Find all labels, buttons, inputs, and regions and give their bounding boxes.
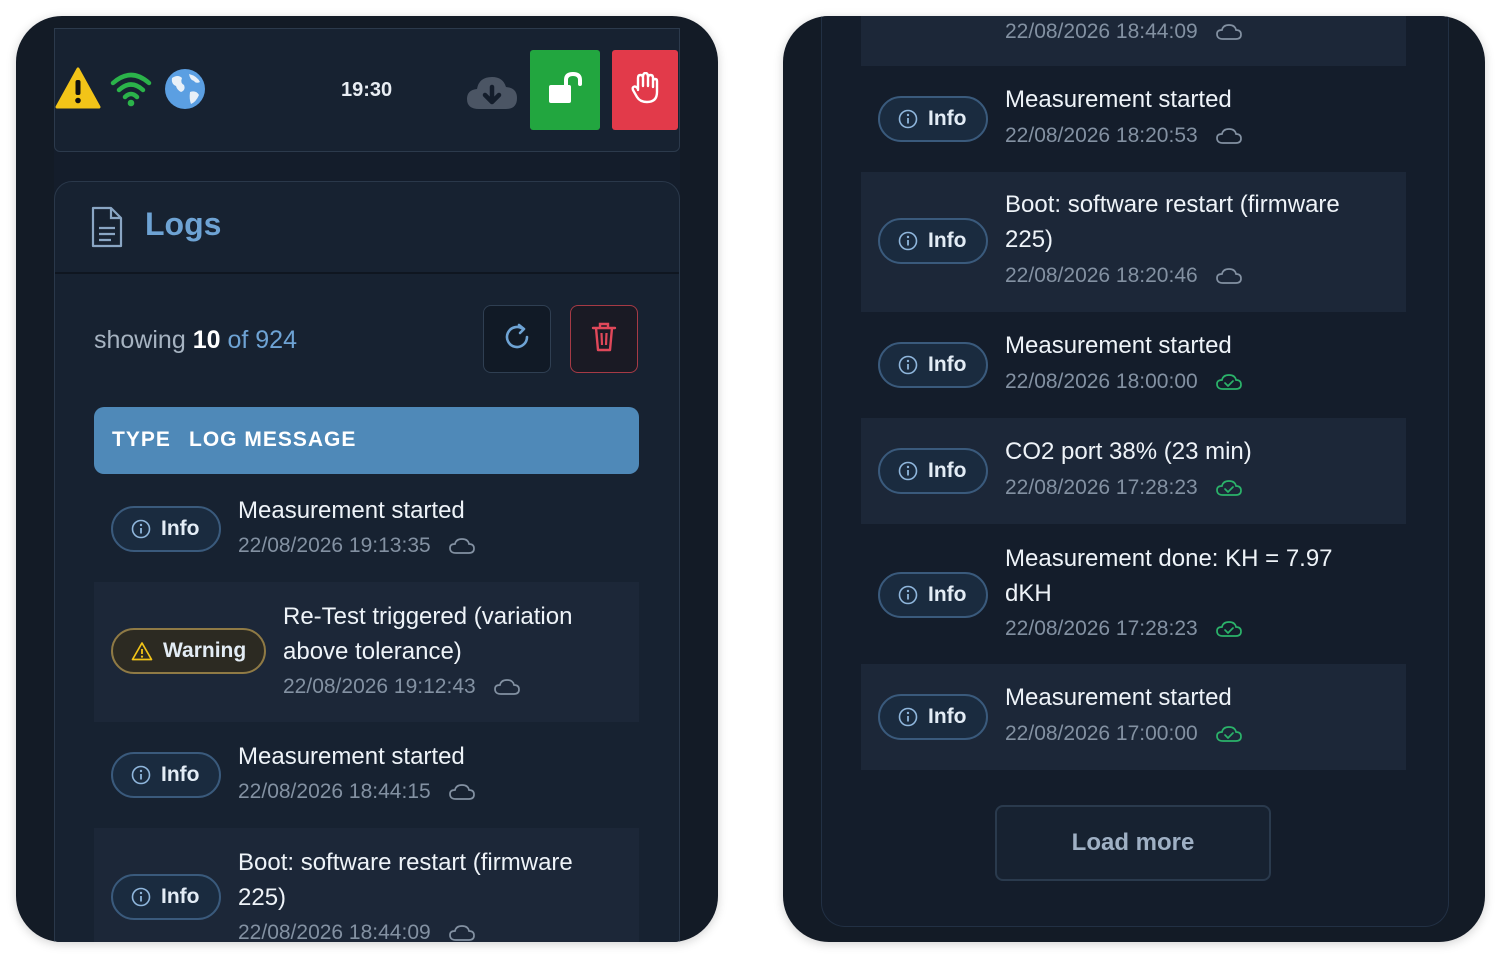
globe-icon[interactable]	[164, 68, 206, 115]
table-row[interactable]: Warning Re-Test triggered (variation abo…	[94, 582, 639, 722]
stop-button[interactable]	[612, 50, 678, 130]
log-message: Measurement started	[238, 743, 465, 770]
log-message: Measurement started	[1005, 332, 1232, 359]
log-message: Re-Test triggered (variation above toler…	[283, 603, 573, 665]
document-icon	[91, 206, 123, 253]
type-badge-info: Info	[878, 694, 988, 740]
log-timestamp: 22/08/2026 17:00:00	[1005, 722, 1242, 746]
unlock-icon	[547, 71, 583, 110]
info-icon	[898, 585, 918, 605]
log-timestamp: 22/08/2026 17:28:23	[1005, 476, 1242, 500]
cloud-check-icon	[1215, 621, 1242, 637]
trash-icon	[591, 322, 617, 357]
cloud-icon	[493, 679, 520, 695]
table-row[interactable]: Info Measurement started 22/08/2026 18:0…	[861, 312, 1406, 418]
log-timestamp: 22/08/2026 18:44:15	[238, 780, 475, 804]
table-header: TYPE LOG MESSAGE	[94, 407, 639, 474]
log-timestamp: 22/08/2026 19:13:35	[238, 534, 475, 558]
log-timestamp: 22/08/2026 18:44:09	[1005, 20, 1242, 44]
load-more-button[interactable]: Load more	[995, 805, 1271, 881]
column-header-message[interactable]: LOG MESSAGE	[189, 428, 356, 452]
type-badge-info: Info	[878, 342, 988, 388]
type-badge-info: Info	[111, 752, 221, 798]
log-message: Measurement done: KH = 7.97 dKH	[1005, 545, 1333, 607]
info-icon	[898, 109, 918, 129]
type-badge-warning: Warning	[111, 628, 266, 674]
device-frame-left: 19:30 Logs showing 10 of 924 TYPE LOG ME…	[16, 16, 718, 942]
type-badge-info: Info	[878, 448, 988, 494]
info-icon	[131, 765, 151, 785]
log-timestamp: 22/08/2026 18:20:53	[1005, 124, 1242, 148]
cloud-icon	[448, 538, 475, 554]
log-timestamp: 22/08/2026 17:28:23	[1005, 617, 1242, 641]
log-timestamp: 22/08/2026 18:20:46	[1005, 264, 1242, 288]
page-title: Logs	[145, 206, 222, 242]
wifi-icon[interactable]	[110, 69, 152, 112]
cloud-check-icon	[1215, 374, 1242, 390]
type-badge-info: Info	[878, 218, 988, 264]
info-icon	[131, 887, 151, 907]
logs-card-header: Logs	[55, 182, 679, 274]
table-row[interactable]: Info Measurement started 22/08/2026 19:1…	[94, 482, 639, 582]
type-badge-info: Info	[878, 96, 988, 142]
cloud-icon	[1215, 128, 1242, 144]
log-message: Measurement started	[1005, 684, 1232, 711]
delete-logs-button[interactable]	[570, 305, 638, 373]
cloud-check-icon	[1215, 726, 1242, 742]
cloud-icon	[448, 784, 475, 800]
info-icon	[898, 461, 918, 481]
log-timestamp: 22/08/2026 18:00:00	[1005, 370, 1242, 394]
type-badge-info: Info	[111, 874, 221, 920]
log-message: Measurement started	[238, 497, 465, 524]
refresh-button[interactable]	[483, 305, 551, 373]
log-message: Boot: software restart (firmware 225)	[1005, 191, 1340, 253]
cloud-icon	[448, 925, 475, 941]
device-frame-right: 22/08/2026 18:44:09 Info Measurement sta…	[783, 16, 1485, 942]
table-row[interactable]: Info Boot: software restart (firmware 22…	[94, 828, 639, 942]
warning-icon[interactable]	[55, 67, 101, 114]
logs-card: Logs showing 10 of 924 TYPE LOG MESSAGE …	[54, 181, 680, 942]
table-row[interactable]: Info Measurement started 22/08/2026 18:2…	[861, 66, 1406, 172]
cloud-download-icon[interactable]	[465, 73, 519, 116]
screen-right: 22/08/2026 18:44:09 Info Measurement sta…	[821, 16, 1449, 927]
status-bar: 19:30	[54, 28, 680, 152]
cloud-icon	[1215, 24, 1242, 40]
table-row[interactable]: Info Measurement done: KH = 7.97 dKH 22/…	[861, 524, 1406, 664]
log-timestamp: 22/08/2026 18:44:09	[238, 921, 475, 942]
cloud-check-icon	[1215, 480, 1242, 496]
table-row[interactable]: Info Boot: software restart (firmware 22…	[861, 172, 1406, 312]
screen-left: 19:30 Logs showing 10 of 924 TYPE LOG ME…	[54, 28, 680, 942]
column-header-type[interactable]: TYPE	[112, 428, 171, 452]
log-message: Measurement started	[1005, 86, 1232, 113]
table-row[interactable]: Info Measurement started 22/08/2026 18:4…	[94, 722, 639, 828]
log-timestamp: 22/08/2026 19:12:43	[283, 675, 520, 699]
unlock-button[interactable]	[530, 50, 600, 130]
info-icon	[898, 231, 918, 251]
warning-icon	[131, 641, 153, 661]
table-row[interactable]: Info CO2 port 38% (23 min) 22/08/2026 17…	[861, 418, 1406, 524]
hand-stop-icon	[630, 71, 660, 109]
info-icon	[131, 519, 151, 539]
table-row[interactable]: 22/08/2026 18:44:09	[861, 16, 1406, 66]
type-badge-info: Info	[111, 506, 221, 552]
log-message: Boot: software restart (firmware 225)	[238, 849, 573, 911]
refresh-icon	[502, 322, 532, 357]
log-message: CO2 port 38% (23 min)	[1005, 438, 1252, 465]
clock: 19:30	[341, 79, 393, 101]
showing-count: showing 10 of 924	[94, 326, 297, 354]
cloud-icon	[1215, 268, 1242, 284]
info-icon	[898, 707, 918, 727]
info-icon	[898, 355, 918, 375]
type-badge-info: Info	[878, 572, 988, 618]
table-row[interactable]: Info Measurement started 22/08/2026 17:0…	[861, 664, 1406, 770]
